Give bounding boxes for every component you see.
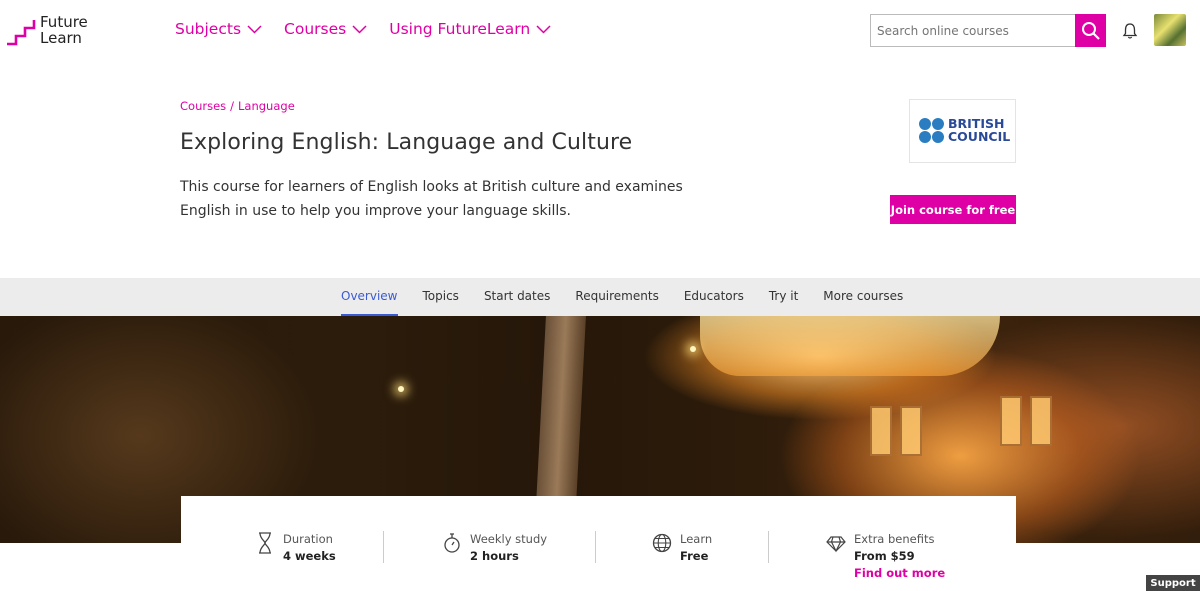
nav-subjects[interactable]: Subjects — [175, 20, 262, 38]
stopwatch-icon — [444, 533, 460, 553]
search-input[interactable] — [870, 14, 1075, 47]
user-avatar[interactable] — [1154, 14, 1186, 46]
lit-window — [900, 406, 922, 456]
logo-steps-icon — [7, 20, 36, 46]
nav-courses[interactable]: Courses — [284, 20, 367, 38]
british-council-logo[interactable]: BRITISH COUNCIL — [909, 99, 1016, 163]
divider — [595, 531, 596, 563]
diamond-icon — [826, 536, 846, 553]
street-lamp — [690, 346, 696, 352]
globe-icon — [652, 533, 672, 553]
street-lamp — [398, 386, 404, 392]
breadcrumb-courses[interactable]: Courses — [180, 99, 226, 113]
tab-overview[interactable]: Overview — [341, 278, 398, 316]
partner-name: BRITISH COUNCIL — [948, 116, 1011, 144]
logo-text: Future Learn — [40, 13, 88, 47]
tab-more-courses[interactable]: More courses — [823, 278, 903, 316]
chevron-down-icon — [536, 24, 551, 34]
tab-requirements[interactable]: Requirements — [575, 278, 658, 316]
search-button[interactable] — [1075, 14, 1106, 47]
lit-window — [1030, 396, 1052, 446]
divider — [768, 531, 769, 563]
find-out-more-link[interactable]: Find out more — [854, 566, 945, 580]
search-bar — [870, 14, 1106, 47]
chevron-down-icon — [352, 24, 367, 34]
lit-window — [1000, 396, 1022, 446]
notification-bell-icon[interactable] — [1121, 22, 1139, 40]
course-tab-bar: Overview Topics Start dates Requirements… — [0, 278, 1200, 316]
site-header: Future Learn Subjects Courses Using Futu… — [0, 0, 1200, 62]
tab-start-dates[interactable]: Start dates — [484, 278, 550, 316]
breadcrumb-language[interactable]: Language — [238, 99, 295, 113]
hourglass-icon — [259, 532, 271, 554]
futurelearn-logo[interactable]: Future Learn — [6, 14, 96, 48]
british-council-dots-icon — [919, 118, 945, 144]
breadcrumb: Courses / Language — [180, 99, 299, 113]
theatre-marquee — [700, 316, 1000, 376]
chevron-down-icon — [247, 24, 262, 34]
tab-topics[interactable]: Topics — [423, 278, 459, 316]
tab-try-it[interactable]: Try it — [769, 278, 798, 316]
course-info-card: Duration 4 weeks Weekly study 2 hours Le… — [181, 496, 1016, 591]
support-button[interactable]: Support — [1146, 575, 1200, 591]
nav-using-futurelearn[interactable]: Using FutureLearn — [389, 20, 551, 38]
page-title: Exploring English: Language and Culture — [180, 130, 633, 155]
search-icon — [1081, 21, 1100, 40]
breadcrumb-separator: / — [230, 99, 235, 113]
main-nav: Subjects Courses Using FutureLearn — [175, 20, 573, 38]
course-description: This course for learners of English look… — [180, 179, 683, 219]
divider — [383, 531, 384, 563]
tab-educators[interactable]: Educators — [684, 278, 744, 316]
lit-window — [870, 406, 892, 456]
join-course-button[interactable]: Join course for free — [890, 195, 1016, 224]
